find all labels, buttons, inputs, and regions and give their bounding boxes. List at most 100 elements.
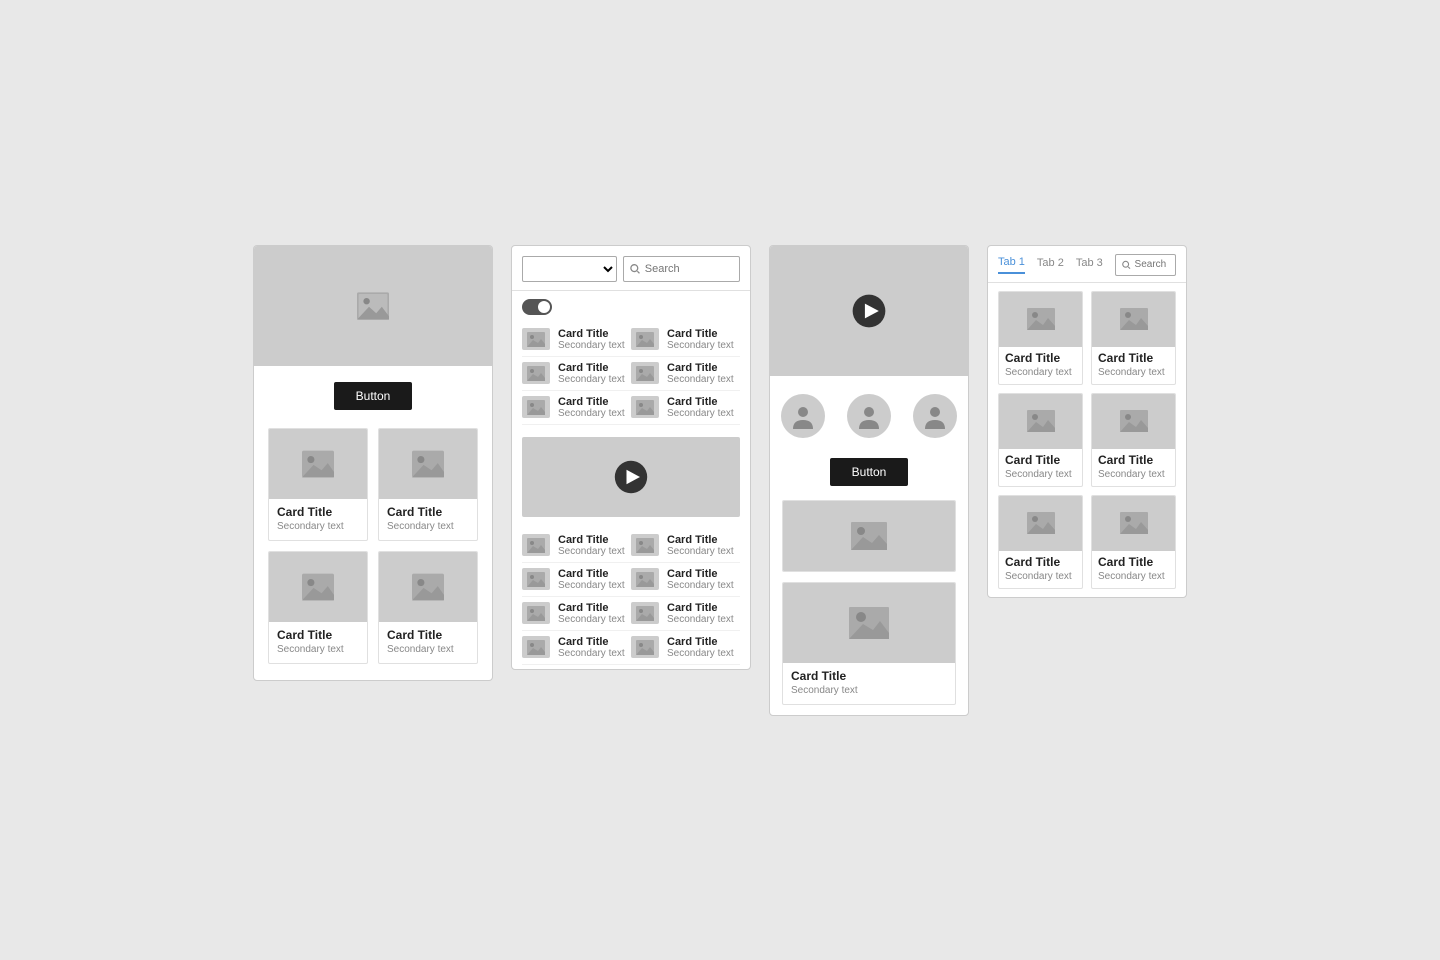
list-item: Card Title Secondary text xyxy=(631,529,740,563)
card-title: Card Title xyxy=(791,669,947,683)
card-title: Card Title xyxy=(277,505,359,519)
tab-3[interactable]: Tab 3 xyxy=(1076,257,1103,273)
search-input[interactable] xyxy=(645,263,733,275)
list-thumbnail xyxy=(631,362,659,384)
card-thumbnail xyxy=(783,501,955,571)
card-thumbnail xyxy=(1092,292,1175,347)
card-image-icon xyxy=(1027,308,1055,330)
card-item: Card Title Secondary text xyxy=(268,428,368,541)
list-item: Card Title Secondary text xyxy=(522,631,631,665)
list-thumbnail xyxy=(522,396,550,418)
card-info: Card Title Secondary text xyxy=(1092,551,1175,588)
list-item: Card Title Secondary text xyxy=(631,357,740,391)
list-image-icon xyxy=(636,366,654,381)
button-row: Button xyxy=(770,450,968,500)
card-secondary-text: Secondary text xyxy=(1098,367,1169,378)
list-text: Card Title Secondary text xyxy=(667,396,734,419)
list-image-icon xyxy=(527,332,545,347)
list-text: Card Title Secondary text xyxy=(558,396,625,419)
list-text: Card Title Secondary text xyxy=(558,602,625,625)
frame-3: Button Card Title Secondary xyxy=(769,245,969,716)
list-item: Card Title Secondary text xyxy=(522,529,631,563)
card-title: Card Title xyxy=(387,505,469,519)
card-thumbnail xyxy=(379,552,477,622)
list-thumbnail xyxy=(522,602,550,624)
list-secondary: Secondary text xyxy=(667,648,734,659)
card-title: Card Title xyxy=(1098,453,1169,467)
list-thumbnail xyxy=(522,636,550,658)
card-title: Card Title xyxy=(1005,453,1076,467)
list-item: Card Title Secondary text xyxy=(522,563,631,597)
avatar-3 xyxy=(913,394,957,438)
card-title: Card Title xyxy=(1098,555,1169,569)
list-title: Card Title xyxy=(667,362,734,374)
card-image-icon xyxy=(851,522,887,550)
list-title: Card Title xyxy=(558,534,625,546)
card-thumbnail xyxy=(783,583,955,663)
list-text: Card Title Secondary text xyxy=(558,328,625,351)
play-icon xyxy=(613,459,649,495)
avatar-row xyxy=(770,376,968,450)
card-image-icon xyxy=(1120,308,1148,330)
primary-button[interactable]: Button xyxy=(830,458,909,486)
list-item: Card Title Secondary text xyxy=(631,563,740,597)
list-image-icon xyxy=(527,400,545,415)
list-title: Card Title xyxy=(667,534,734,546)
search-bar[interactable] xyxy=(623,256,740,282)
card-title: Card Title xyxy=(1005,555,1076,569)
list-text: Card Title Secondary text xyxy=(667,534,734,557)
card-info: Card Title Secondary text xyxy=(999,449,1082,486)
card-image-icon xyxy=(412,450,444,478)
list-image-icon xyxy=(527,366,545,381)
list-secondary: Secondary text xyxy=(667,408,734,419)
tab-1[interactable]: Tab 1 xyxy=(998,256,1025,274)
card-thumbnail xyxy=(269,429,367,499)
card-item: Card Title Secondary text xyxy=(998,291,1083,385)
list-image-icon xyxy=(527,538,545,553)
card-item: Card Title Secondary text xyxy=(998,495,1083,589)
card-grid: Card Title Secondary text Card Title xyxy=(268,428,478,664)
list-secondary: Secondary text xyxy=(558,408,625,419)
search-input[interactable] xyxy=(1135,259,1169,270)
list-title: Card Title xyxy=(558,396,625,408)
video-placeholder xyxy=(522,437,740,517)
list-text: Card Title Secondary text xyxy=(558,362,625,385)
card-info: Card Title Secondary text xyxy=(999,347,1082,384)
person-icon xyxy=(922,403,948,429)
search-icon xyxy=(630,263,640,275)
card-image-icon xyxy=(1027,410,1055,432)
card-secondary-text: Secondary text xyxy=(1098,571,1169,582)
list-thumbnail xyxy=(631,568,659,590)
list-secondary: Secondary text xyxy=(558,374,625,385)
card-info: Card Title Secondary text xyxy=(999,551,1082,588)
list-item: Card Title Secondary text xyxy=(631,323,740,357)
list-title: Card Title xyxy=(558,328,625,340)
card-thumbnail xyxy=(1092,394,1175,449)
card-thumbnail xyxy=(999,394,1082,449)
list-item: Card Title Secondary text xyxy=(631,597,740,631)
card-thumbnail xyxy=(999,292,1082,347)
card-secondary-text: Secondary text xyxy=(387,644,469,655)
list-title: Card Title xyxy=(558,362,625,374)
card-thumbnail xyxy=(1092,496,1175,551)
primary-button[interactable]: Button xyxy=(334,382,413,410)
card-title: Card Title xyxy=(387,628,469,642)
button-row: Button xyxy=(268,382,478,410)
filter-select[interactable] xyxy=(522,256,617,282)
list-item: Card Title Secondary text xyxy=(631,631,740,665)
card-info: Card Title Secondary text xyxy=(379,622,477,663)
list-secondary: Secondary text xyxy=(558,580,625,591)
list-item: Card Title Secondary text xyxy=(522,357,631,391)
search-bar[interactable] xyxy=(1115,254,1176,276)
hero-image xyxy=(254,246,492,366)
toggle-switch[interactable] xyxy=(522,299,552,315)
list-text: Card Title Secondary text xyxy=(667,636,734,659)
list-image-icon xyxy=(527,572,545,587)
card-item: Card Title Secondary text xyxy=(378,551,478,664)
list-secondary: Secondary text xyxy=(667,340,734,351)
tab-2[interactable]: Tab 2 xyxy=(1037,257,1064,273)
frame-1: Button Card Title Secondary text xyxy=(253,245,493,681)
list-thumbnail xyxy=(631,328,659,350)
card-item: Card Title Secondary text xyxy=(268,551,368,664)
card-info: Card Title Secondary text xyxy=(379,499,477,540)
